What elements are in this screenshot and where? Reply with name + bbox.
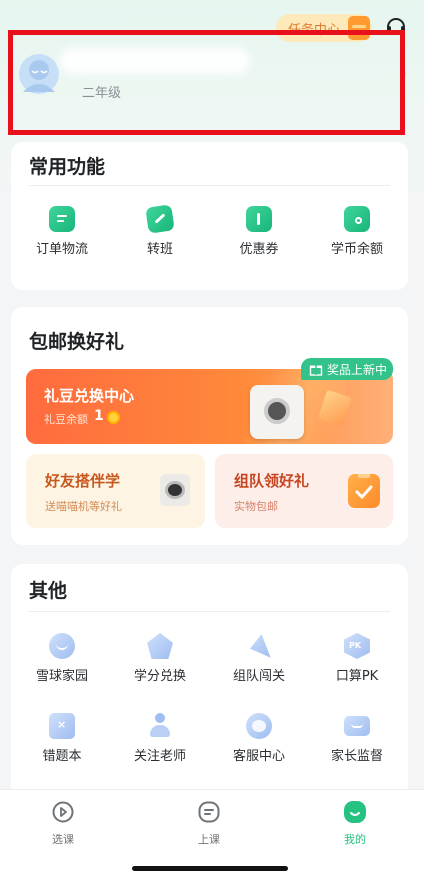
tab-attend-class-label: 上课 [198,833,220,846]
printer-thumbnail [160,474,190,506]
credit-exchange-label: 学分兑换 [133,669,186,684]
credit-exchange-item[interactable]: 学分兑换 [115,633,205,684]
grade-label: 二年级 [82,86,122,101]
coupon-icon [246,206,272,232]
others-title: 其他 [29,580,68,602]
mistake-book-icon: × [49,713,75,739]
printer-image [250,385,304,439]
team-gift-title: 组队领好礼 [234,472,310,490]
wallet-icon [344,206,370,232]
profile-icon [344,801,366,823]
snowball-icon [49,633,75,659]
credit-icon [147,633,173,659]
bean-balance-label: 礼豆余额 [44,413,88,426]
coin-balance-label: 学币余额 [330,242,383,257]
common-functions-title: 常用功能 [29,156,106,178]
tab-bar: 选课 上课 我的 [0,789,424,877]
snowball-home-item[interactable]: 雪球家园 [17,633,107,684]
mistake-book-item[interactable]: × 错题本 [17,713,107,764]
gift-exchange-title: 包邮换好礼 [29,331,125,353]
common-functions-card: 常用功能 订单物流 转班 优惠券 学币余额 [11,142,408,290]
order-icon [49,206,75,232]
username-blurred [60,48,250,74]
mistake-book-label: 错题本 [42,749,82,764]
avatar[interactable] [17,46,61,100]
bean-exchange-banner[interactable]: 礼豆兑换中心 礼豆余额 1 [26,369,393,444]
bean-coin-icon [107,411,120,424]
mental-math-pk-item[interactable]: PK 口算PK [312,633,402,684]
class-icon [198,801,220,823]
new-prizes-label: 奖品上新中 [327,362,388,377]
follow-teacher-label: 关注老师 [133,749,186,764]
parent-monitor-label: 家长监督 [330,749,383,764]
team-gift-subtitle: 实物包邮 [234,500,278,513]
order-logistics-item[interactable]: 订单物流 [17,206,107,257]
tab-course-selection-label: 选课 [52,833,74,846]
pk-icon: PK [344,633,370,659]
coin-balance-item[interactable]: 学币余额 [312,206,402,257]
divider [29,185,390,186]
bean-exchange-title: 礼豆兑换中心 [44,387,135,405]
service-center-label: 客服中心 [232,749,285,764]
tab-mine-label: 我的 [344,833,366,846]
profile-card[interactable] [10,30,404,134]
team-challenge-label: 组队闯关 [232,669,285,684]
tab-attend-class[interactable]: 上课 [176,800,242,847]
transfer-icon [145,204,175,234]
play-circle-icon [52,801,74,823]
teacher-icon [147,713,173,739]
friend-study-title: 好友搭伴学 [45,472,121,490]
monitor-icon [344,716,370,736]
friend-study-card[interactable]: 好友搭伴学 送喵喵机等好礼 [26,454,205,528]
chevron-right-icon[interactable]: › [402,66,407,80]
transfer-class-item[interactable]: 转班 [115,204,205,257]
service-icon [246,713,272,739]
clipboard-check-icon [348,472,380,508]
transfer-class-label: 转班 [146,242,173,257]
parent-monitor-item[interactable]: 家长监督 [312,713,402,764]
team-gift-card[interactable]: 组队领好礼 实物包邮 [215,454,393,528]
coupon-label: 优惠券 [239,242,279,257]
friend-study-subtitle: 送喵喵机等好礼 [45,500,122,513]
tab-mine[interactable]: 我的 [322,800,388,847]
order-logistics-label: 订单物流 [35,242,88,257]
service-center-item[interactable]: 客服中心 [214,713,304,764]
bean-balance-value: 1 [94,408,104,424]
gift-icon [309,365,323,376]
new-prizes-tag: 奖品上新中 [301,358,393,380]
coupon-item[interactable]: 优惠券 [214,206,304,257]
follow-teacher-item[interactable]: 关注老师 [115,713,205,764]
team-challenge-item[interactable]: 组队闯关 [214,633,304,684]
team-icon [249,634,271,658]
home-indicator[interactable] [132,866,288,871]
snowball-home-label: 雪球家园 [35,669,88,684]
divider [29,611,390,612]
tab-course-selection[interactable]: 选课 [30,800,96,847]
others-card: 其他 雪球家园 学分兑换 组队闯关 PK 口算PK × 错题本 关注老师 客服中… [11,564,408,804]
mental-math-pk-label: 口算PK [335,669,379,684]
